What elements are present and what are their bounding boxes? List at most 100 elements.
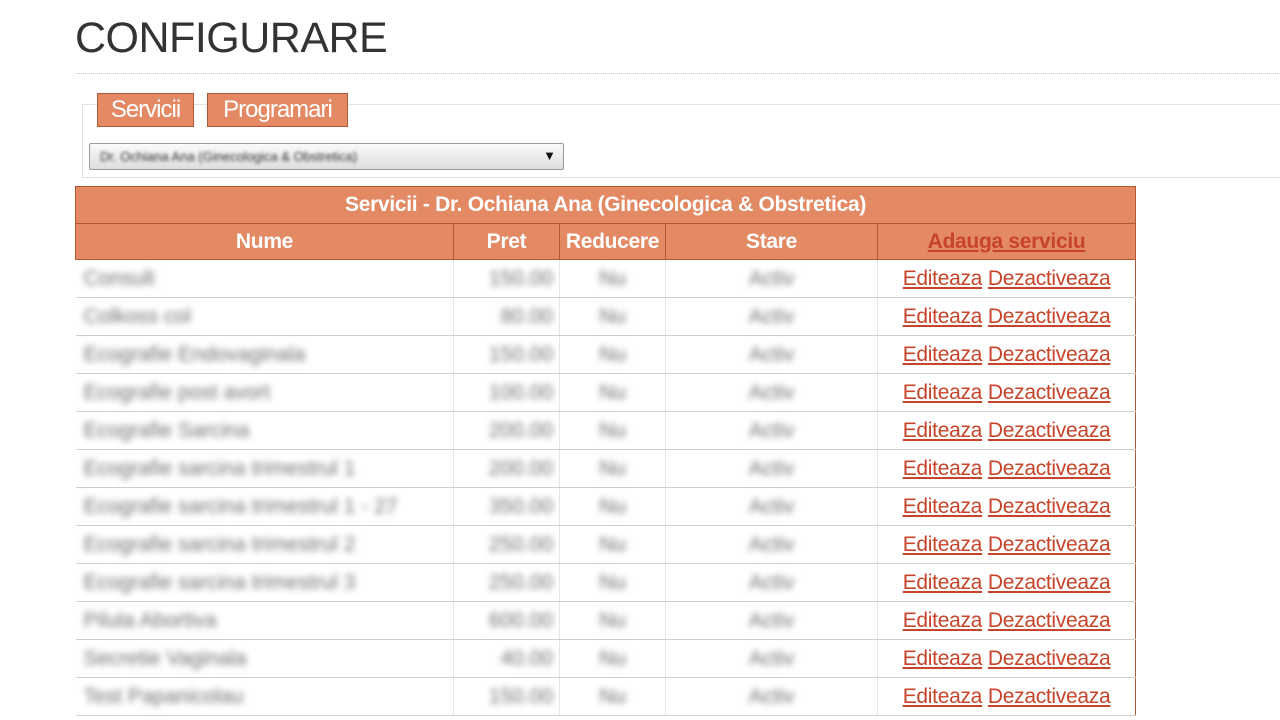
table-row: Secretie Vaginala 40.00 Nu Activ Editeaza De… xyxy=(75,639,1137,678)
service-status-cell: Activ xyxy=(665,449,878,488)
row-actions-cell: Editeaza Dezactiveaza xyxy=(876,297,1137,336)
row-actions-cell: Editeaza Dezactiveaza xyxy=(876,373,1137,412)
service-price: 600.00 xyxy=(488,608,553,632)
edit-service-link[interactable]: Editeaza xyxy=(903,343,983,366)
service-discount-cell: Nu xyxy=(559,259,666,298)
service-status-cell: Activ xyxy=(665,487,878,526)
row-actions-cell: Editeaza Dezactiveaza xyxy=(876,449,1137,488)
add-service-link[interactable]: Adauga serviciu xyxy=(928,230,1086,253)
service-status-cell: Activ xyxy=(665,373,878,412)
deactivate-service-link[interactable]: Dezactiveaza xyxy=(988,609,1111,632)
service-status: Activ xyxy=(748,304,795,328)
service-name: Pilula Abortiva xyxy=(83,608,217,632)
column-header-name: Nume xyxy=(75,223,454,260)
service-price: 350.00 xyxy=(488,494,553,518)
service-discount-cell: Nu xyxy=(559,411,666,450)
deactivate-service-link[interactable]: Dezactiveaza xyxy=(988,343,1111,366)
service-price-cell: 150.00 xyxy=(453,259,560,298)
deactivate-service-link[interactable]: Dezactiveaza xyxy=(988,267,1111,290)
deactivate-service-link[interactable]: Dezactiveaza xyxy=(988,381,1111,404)
service-name: Ecografie sarcina trimestrul 3 xyxy=(83,570,356,594)
service-status-cell: Activ xyxy=(665,297,878,336)
service-name-cell: Ecografie Endovaginala xyxy=(75,335,454,374)
service-discount: Nu xyxy=(599,532,626,556)
table-row: Test Papanicolau 150.00 Nu Activ Editeaza De… xyxy=(75,677,1137,716)
service-status-cell: Activ xyxy=(665,335,878,374)
tab-programari[interactable]: Programari xyxy=(207,93,348,127)
service-name-cell: Test Papanicolau xyxy=(75,677,454,716)
deactivate-service-link[interactable]: Dezactiveaza xyxy=(988,533,1111,556)
row-actions-cell: Editeaza Dezactiveaza xyxy=(876,411,1137,450)
deactivate-service-link[interactable]: Dezactiveaza xyxy=(988,647,1111,670)
edit-service-link[interactable]: Editeaza xyxy=(903,647,983,670)
service-status: Activ xyxy=(748,570,795,594)
edit-service-link[interactable]: Editeaza xyxy=(903,381,983,404)
edit-service-link[interactable]: Editeaza xyxy=(903,685,983,708)
service-status: Activ xyxy=(748,532,795,556)
service-discount-cell: Nu xyxy=(559,525,666,564)
edit-service-link[interactable]: Editeaza xyxy=(903,495,983,518)
service-name: Colkoss col xyxy=(83,304,191,328)
edit-service-link[interactable]: Editeaza xyxy=(903,457,983,480)
edit-service-link[interactable]: Editeaza xyxy=(903,609,983,632)
service-discount: Nu xyxy=(599,608,626,632)
deactivate-service-link[interactable]: Dezactiveaza xyxy=(988,685,1111,708)
service-name-cell: Ecografie sarcina trimestrul 3 xyxy=(75,563,454,602)
service-price-cell: 150.00 xyxy=(453,677,560,716)
service-price-cell: 200.00 xyxy=(453,411,560,450)
service-name-cell: Ecografie sarcina trimestrul 1 - 27 xyxy=(75,487,454,526)
edit-service-link[interactable]: Editeaza xyxy=(903,267,983,290)
service-status-cell: Activ xyxy=(665,563,878,602)
service-price-cell: 200.00 xyxy=(453,449,560,488)
service-name-cell: Ecografie sarcina trimestrul 1 xyxy=(75,449,454,488)
edit-service-link[interactable]: Editeaza xyxy=(903,305,983,328)
table-row: Ecografie post avort 100.00 Nu Activ Editeaz… xyxy=(75,373,1137,412)
service-discount: Nu xyxy=(599,304,626,328)
service-price-cell: 600.00 xyxy=(453,601,560,640)
service-price: 100.00 xyxy=(488,380,553,404)
deactivate-service-link[interactable]: Dezactiveaza xyxy=(988,419,1111,442)
doctor-select[interactable]: Dr. Ochiana Ana (Ginecologica & Obstreti… xyxy=(89,143,564,170)
deactivate-service-link[interactable]: Dezactiveaza xyxy=(988,457,1111,480)
service-discount-cell: Nu xyxy=(559,563,666,602)
edit-service-link[interactable]: Editeaza xyxy=(903,419,983,442)
table-caption: Servicii - Dr. Ochiana Ana (Ginecologica… xyxy=(74,186,1137,224)
row-actions-cell: Editeaza Dezactiveaza xyxy=(876,677,1137,716)
service-discount: Nu xyxy=(599,494,626,518)
service-discount-cell: Nu xyxy=(559,601,666,640)
edit-service-link[interactable]: Editeaza xyxy=(903,571,983,594)
row-actions-cell: Editeaza Dezactiveaza xyxy=(876,335,1137,374)
service-discount: Nu xyxy=(599,570,626,594)
deactivate-service-link[interactable]: Dezactiveaza xyxy=(988,305,1111,328)
service-status-cell: Activ xyxy=(665,525,878,564)
service-name-cell: Pilula Abortiva xyxy=(75,601,454,640)
table-row: Ecografie sarcina trimestrul 2 250.00 Nu Ac… xyxy=(75,525,1137,564)
service-status: Activ xyxy=(748,342,795,366)
deactivate-service-link[interactable]: Dezactiveaza xyxy=(988,571,1111,594)
service-discount: Nu xyxy=(599,342,626,366)
edit-service-link[interactable]: Editeaza xyxy=(903,533,983,556)
service-status: Activ xyxy=(748,266,795,290)
service-status: Activ xyxy=(748,418,795,442)
services-table-body: Consult 150.00 Nu Activ Editeaza Dezactiveaz… xyxy=(75,259,1137,716)
tab-servicii[interactable]: Servicii xyxy=(97,93,194,127)
service-name-cell: Ecografie sarcina trimestrul 2 xyxy=(75,525,454,564)
service-name-cell: Consult xyxy=(75,259,454,298)
service-price: 250.00 xyxy=(488,532,553,556)
service-price: 80.00 xyxy=(500,304,553,328)
service-status: Activ xyxy=(748,608,795,632)
service-status: Activ xyxy=(748,456,795,480)
row-actions-cell: Editeaza Dezactiveaza xyxy=(876,525,1137,564)
row-actions-cell: Editeaza Dezactiveaza xyxy=(876,563,1137,602)
service-price-cell: 40.00 xyxy=(453,639,560,678)
table-row: Ecografie sarcina trimestrul 1 - 27 350.0… xyxy=(75,487,1137,526)
deactivate-service-link[interactable]: Dezactiveaza xyxy=(988,495,1111,518)
service-name: Test Papanicolau xyxy=(83,684,244,708)
column-header-status: Stare xyxy=(665,223,878,260)
service-discount-cell: Nu xyxy=(559,639,666,678)
service-price-cell: 250.00 xyxy=(453,525,560,564)
service-price: 40.00 xyxy=(500,646,553,670)
chevron-down-icon: ▼ xyxy=(543,148,556,163)
service-price: 150.00 xyxy=(488,684,553,708)
service-status: Activ xyxy=(748,646,795,670)
